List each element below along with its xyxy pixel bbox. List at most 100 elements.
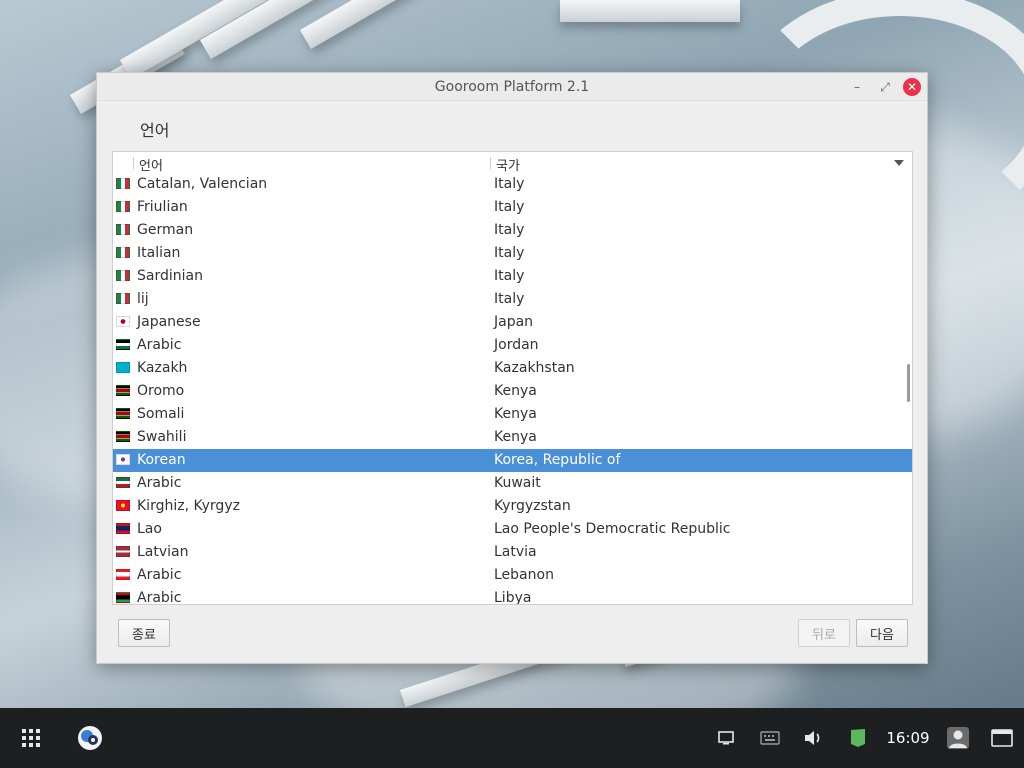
column-header-language[interactable]: 언어 <box>139 155 163 174</box>
flag-icon <box>116 454 130 465</box>
list-row[interactable]: Arabic Kuwait <box>113 472 912 495</box>
flag-icon <box>116 477 130 488</box>
list-row[interactable]: Italian Italy <box>113 242 912 265</box>
country-name: Italy <box>494 245 525 261</box>
app-grid-icon[interactable] <box>14 708 48 768</box>
language-name: Swahili <box>137 429 187 445</box>
clock[interactable]: 16:09 <box>884 708 932 768</box>
user-avatar-icon[interactable] <box>944 708 972 768</box>
list-row[interactable]: German Italy <box>113 219 912 242</box>
country-name: Lebanon <box>494 567 554 583</box>
installer-window: Gooroom Platform 2.1 – ⤢ ✕ 언어 언어 국가 Cata… <box>96 72 928 664</box>
flag-icon <box>116 569 130 580</box>
list-row[interactable]: Lao Lao People's Democratic Republic <box>113 518 912 541</box>
header-separator <box>490 157 491 169</box>
language-name: Arabic <box>137 567 182 583</box>
list-row[interactable]: Swahili Kenya <box>113 426 912 449</box>
country-name: Jordan <box>494 337 539 353</box>
minimize-button[interactable]: – <box>847 77 867 97</box>
page-title: 언어 <box>140 121 170 140</box>
country-name: Lao People's Democratic Republic <box>494 521 731 537</box>
country-name: Libya <box>494 590 532 605</box>
list-row[interactable]: Japanese Japan <box>113 311 912 334</box>
list-row[interactable]: Sardinian Italy <box>113 265 912 288</box>
flag-icon <box>116 523 130 534</box>
language-name: Kazakh <box>137 360 188 376</box>
show-desktop-icon[interactable] <box>988 708 1016 768</box>
country-name: Italy <box>494 222 525 238</box>
country-name: Japan <box>494 314 534 330</box>
list-row[interactable]: Korean Korea, Republic of <box>113 449 912 472</box>
sort-arrow-icon[interactable] <box>894 160 904 166</box>
country-name: Italy <box>494 268 525 284</box>
column-header-country[interactable]: 국가 <box>496 155 520 174</box>
close-button[interactable]: ✕ <box>903 78 921 96</box>
language-name: Italian <box>137 245 181 261</box>
language-name: Friulian <box>137 199 188 215</box>
volume-icon[interactable] <box>799 708 827 768</box>
language-name: Lao <box>137 521 162 537</box>
back-button[interactable]: 뒤로 <box>798 619 850 647</box>
list-rows: Catalan, Valencian Italy Friulian Italy Germ… <box>113 173 912 605</box>
language-name: Arabic <box>137 475 182 491</box>
language-name: lij <box>137 291 149 307</box>
maximize-button[interactable]: ⤢ <box>875 77 895 97</box>
list-row[interactable]: Latvian Latvia <box>113 541 912 564</box>
language-name: Oromo <box>137 383 185 399</box>
flag-icon <box>116 431 130 442</box>
language-name: German <box>137 222 194 238</box>
flag-icon <box>116 546 130 557</box>
country-name: Latvia <box>494 544 537 560</box>
flag-icon <box>116 201 130 212</box>
flag-icon <box>116 178 130 189</box>
flag-icon <box>116 293 130 304</box>
language-name: Sardinian <box>137 268 203 284</box>
country-name: Kenya <box>494 383 537 399</box>
country-name: Italy <box>494 291 525 307</box>
header-separator <box>133 157 134 169</box>
list-row[interactable]: Arabic Jordan <box>113 334 912 357</box>
list-row[interactable]: Arabic Lebanon <box>113 564 912 587</box>
list-row[interactable]: Arabic Libya <box>113 587 912 605</box>
list-row[interactable]: Catalan, Valencian Italy <box>113 173 912 196</box>
flag-icon <box>116 339 130 350</box>
language-name: Arabic <box>137 590 182 605</box>
country-name: Kenya <box>494 429 537 445</box>
list-row[interactable]: Somali Kenya <box>113 403 912 426</box>
language-list[interactable]: 언어 국가 Catalan, Valencian Italy Friulian Ita… <box>112 151 913 605</box>
language-name: Kirghiz, Kyrgyz <box>137 498 240 514</box>
flag-icon <box>116 316 130 327</box>
flag-icon <box>116 500 130 511</box>
country-name: Kuwait <box>494 475 541 491</box>
flag-icon <box>116 224 130 235</box>
security-status-icon[interactable] <box>844 708 872 768</box>
list-row[interactable]: Friulian Italy <box>113 196 912 219</box>
flag-icon <box>116 270 130 281</box>
list-row[interactable]: Oromo Kenya <box>113 380 912 403</box>
title-bar[interactable]: Gooroom Platform 2.1 – ⤢ ✕ <box>97 73 927 101</box>
flag-icon <box>116 247 130 258</box>
list-row[interactable]: Kazakh Kazakhstan <box>113 357 912 380</box>
quit-button[interactable]: 종료 <box>118 619 170 647</box>
scrollbar-thumb[interactable] <box>907 364 910 402</box>
country-name: Korea, Republic of <box>494 452 621 468</box>
flag-icon <box>116 362 130 373</box>
list-header: 언어 국가 <box>113 152 912 174</box>
language-name: Latvian <box>137 544 189 560</box>
flag-icon <box>116 385 130 396</box>
screen-icon[interactable] <box>712 708 740 768</box>
language-name: Catalan, Valencian <box>137 176 268 192</box>
language-name: Arabic <box>137 337 182 353</box>
language-name: Korean <box>137 452 186 468</box>
list-row[interactable]: lij Italy <box>113 288 912 311</box>
flag-icon <box>116 408 130 419</box>
language-name: Somali <box>137 406 185 422</box>
list-row[interactable]: Kirghiz, Kyrgyz Kyrgyzstan <box>113 495 912 518</box>
taskbar: 16:09 <box>0 708 1024 768</box>
country-name: Kazakhstan <box>494 360 575 376</box>
keyboard-icon[interactable] <box>756 708 784 768</box>
next-button[interactable]: 다음 <box>856 619 908 647</box>
installer-app-icon[interactable] <box>70 708 110 768</box>
country-name: Italy <box>494 199 525 215</box>
flag-icon <box>116 592 130 603</box>
